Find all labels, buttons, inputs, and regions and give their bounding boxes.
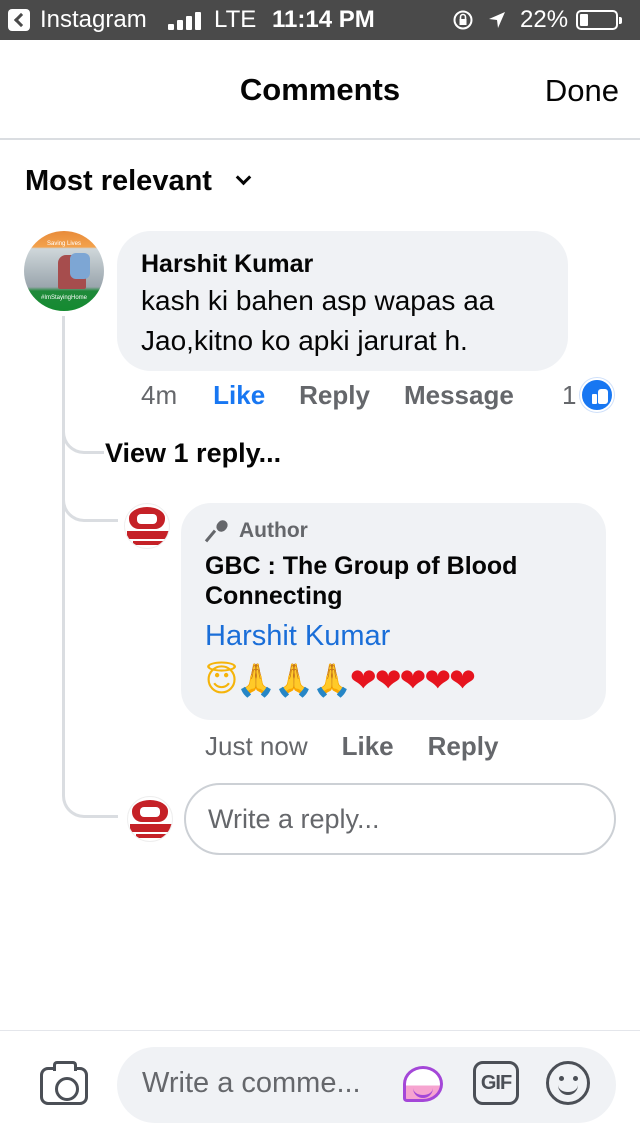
- gif-button[interactable]: GIF: [473, 1061, 519, 1105]
- like-button[interactable]: Like: [213, 380, 265, 411]
- reply-button[interactable]: Reply: [428, 731, 499, 762]
- comments-header: Comments Done: [0, 40, 640, 140]
- comment-actions: 4m Like Reply Message: [141, 380, 621, 411]
- thumbs-up-icon: [580, 378, 615, 412]
- thread-connector: [62, 398, 104, 454]
- comment-text-line: kash ki bahen asp wapas aa: [141, 285, 495, 316]
- microphone-icon: [205, 519, 231, 543]
- thread-connector: [62, 770, 118, 818]
- view-replies-link[interactable]: View 1 reply...: [105, 438, 281, 469]
- reply-bubble[interactable]: Author GBC : The Group of Blood Connecti…: [181, 503, 606, 720]
- done-button[interactable]: Done: [545, 73, 619, 109]
- location-icon: [489, 12, 505, 28]
- like-button[interactable]: Like: [342, 731, 394, 762]
- reply-author[interactable]: GBC : The Group of Blood: [205, 551, 582, 581]
- author-badge-label: Author: [239, 519, 308, 542]
- avatar-frame-top-text: Saving Lives: [46, 241, 82, 247]
- reply-actions: Just now Like Reply: [205, 731, 498, 762]
- comment-input[interactable]: Write a comme...: [117, 1047, 616, 1123]
- reply-button[interactable]: Reply: [299, 380, 370, 411]
- camera-icon[interactable]: [40, 1061, 88, 1105]
- reaction-count: 1: [562, 379, 577, 410]
- avatar: [127, 796, 173, 842]
- comment-author[interactable]: Harshit Kumar: [141, 249, 544, 279]
- signal-icon: [168, 12, 204, 30]
- thread-line: [62, 316, 65, 791]
- reply-input[interactable]: Write a reply...: [184, 783, 616, 855]
- folded-hands-emoji: 🙏🙏🙏: [236, 661, 352, 699]
- reply-author-cont[interactable]: Connecting: [205, 581, 582, 611]
- comment-input-placeholder: Write a comme...: [142, 1067, 361, 1099]
- avatar[interactable]: [124, 503, 170, 549]
- clock: 11:14 PM: [272, 6, 375, 33]
- rotation-lock-icon: [453, 10, 473, 30]
- mention-link[interactable]: Harshit Kumar: [205, 618, 582, 654]
- reaction-summary[interactable]: 1: [562, 378, 615, 412]
- back-to-app-icon[interactable]: [8, 9, 30, 31]
- smiling-halo-emoji: 😇: [205, 661, 238, 699]
- comment-text-line: Jao,kitno ko apki jarurat h.: [141, 325, 468, 356]
- sort-label: Most relevant: [25, 165, 212, 197]
- reply-time: Just now: [205, 731, 308, 761]
- chevron-down-icon: [235, 169, 252, 186]
- message-button[interactable]: Message: [404, 380, 514, 411]
- battery-icon: [576, 10, 622, 30]
- emoji-icon[interactable]: [546, 1061, 590, 1105]
- red-heart-emoji: ❤❤❤❤❤: [349, 661, 476, 699]
- avatar-frame-bottom-text: #ImStayingHome: [40, 295, 88, 301]
- author-badge: Author: [205, 519, 582, 543]
- comment-time: 4m: [141, 380, 178, 410]
- thread-connector: [62, 470, 118, 522]
- battery-percent: 22%: [520, 6, 569, 33]
- avatar-sticker-icon[interactable]: [401, 1062, 447, 1106]
- back-app-label[interactable]: Instagram: [40, 6, 147, 34]
- network-label: LTE: [214, 6, 257, 33]
- status-bar: Instagram LTE 11:14 PM 22%: [0, 0, 640, 40]
- sort-dropdown[interactable]: Most relevant: [25, 165, 252, 198]
- comment-bubble[interactable]: Harshit Kumar kash ki bahen asp wapas aa…: [117, 231, 568, 371]
- reply-emojis: 😇🙏🙏🙏❤❤❤❤❤: [205, 660, 582, 700]
- avatar[interactable]: Saving Lives #ImStayingHome: [24, 231, 104, 311]
